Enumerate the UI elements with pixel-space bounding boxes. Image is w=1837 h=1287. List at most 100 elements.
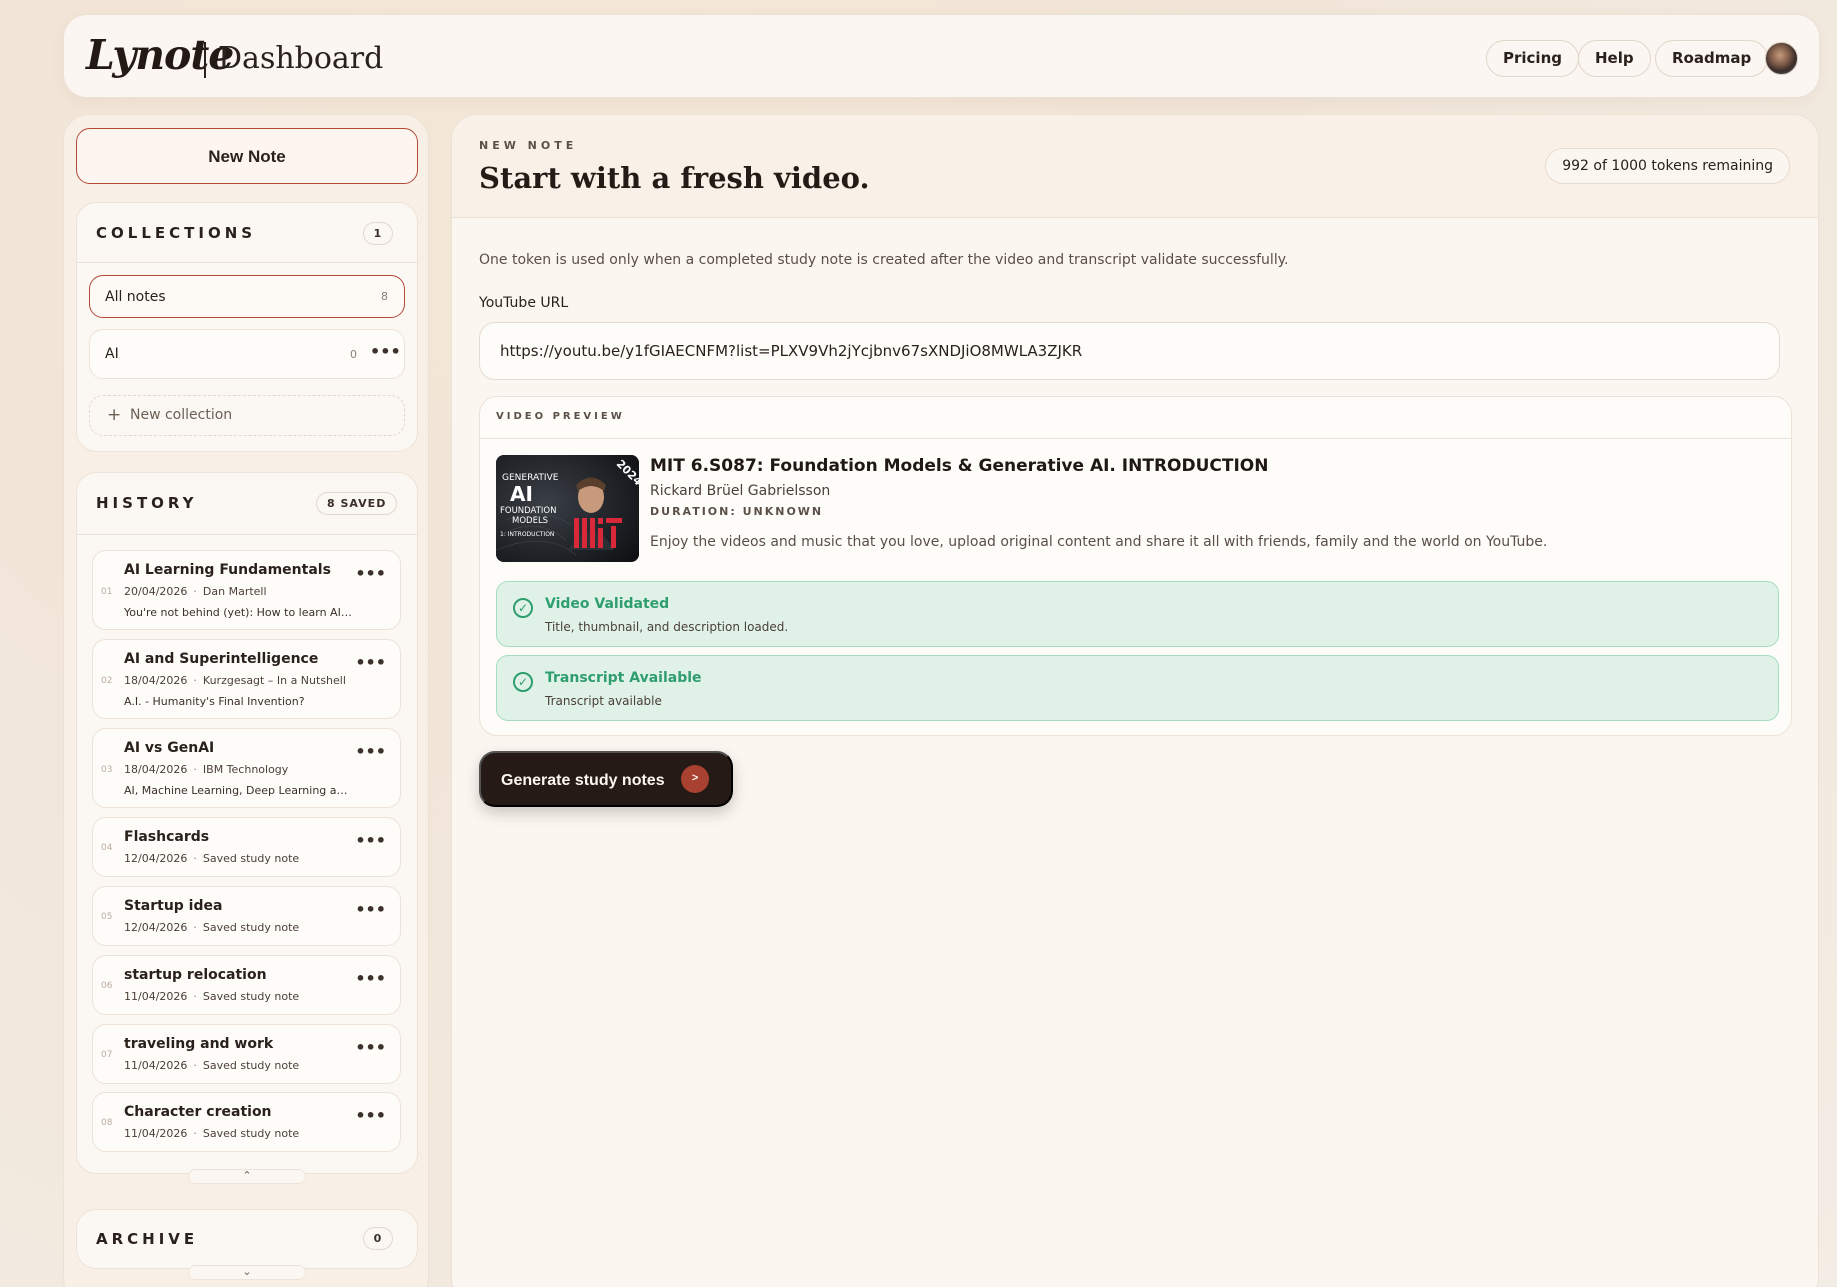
history-saved-badge: 8 SAVED (316, 492, 398, 515)
status-title: Transcript Available (545, 670, 702, 686)
main-panel: NEW NOTE Start with a fresh video. 992 o… (451, 114, 1819, 1287)
history-item-date: 12/04/2026 (124, 852, 188, 865)
archive-count-badge: 0 (363, 1227, 393, 1250)
more-dots-icon[interactable]: ••• (370, 342, 401, 361)
token-usage-note: One token is used only when a completed … (479, 252, 1289, 268)
more-dots-icon[interactable]: ••• (355, 900, 386, 919)
history-item-meta: 18/04/2026 · Kurzgesagt – In a Nutshell (124, 674, 346, 687)
new-collection-button[interactable]: + New collection (89, 395, 405, 436)
history-title: HISTORY (96, 494, 198, 512)
history-item-source: Saved study note (202, 1127, 300, 1140)
plus-icon: + (107, 405, 122, 425)
more-dots-icon[interactable]: ••• (355, 1106, 386, 1125)
video-description: Enjoy the videos and music that you love… (650, 534, 1548, 550)
sidebar: New Note COLLECTIONS 1 All notes 8 AI 0 … (63, 114, 429, 1287)
history-item-date: 18/04/2026 (124, 763, 188, 776)
user-avatar[interactable] (1765, 42, 1798, 75)
status-subtitle: Transcript available (545, 694, 662, 708)
history-item-source: Saved study note (202, 1059, 300, 1072)
status-subtitle: Title, thumbnail, and description loaded… (545, 620, 789, 634)
history-item-number: 08 (101, 1118, 113, 1128)
lynote-logo[interactable]: Lynote (86, 31, 234, 79)
chevron-up-icon[interactable]: ⌃ (188, 1169, 306, 1184)
more-dots-icon[interactable]: ••• (355, 831, 386, 850)
history-item-meta: 11/04/2026 · Saved study note (124, 1059, 300, 1072)
history-item-source: Saved study note (202, 852, 300, 865)
new-note-button[interactable]: New Note (76, 128, 418, 184)
history-item-source: IBM Technology (202, 763, 289, 776)
collection-all-notes[interactable]: All notes 8 (89, 275, 405, 318)
history-item-description: AI, Machine Learning, Deep Learning and.… (124, 784, 354, 797)
history-item-title: Flashcards (124, 829, 210, 845)
video-duration: DURATION: UNKNOWN (650, 505, 824, 518)
more-dots-icon[interactable]: ••• (355, 653, 386, 672)
history-item[interactable]: 06 startup relocation 11/04/2026 · Saved s… (92, 955, 401, 1015)
thumbnail-line-2: AI (510, 482, 533, 506)
arrow-right-icon: > (681, 764, 710, 793)
history-item[interactable]: 02 AI and Superintelligence 18/04/2026 · K… (92, 639, 401, 719)
generate-button-label: Generate study notes (501, 772, 665, 789)
history-item-source: Dan Martell (202, 585, 267, 598)
history-item-meta: 12/04/2026 · Saved study note (124, 852, 300, 865)
nav-roadmap[interactable]: Roadmap (1655, 40, 1769, 77)
video-preview-eyebrow: VIDEO PREVIEW (496, 411, 625, 422)
history-item-title: traveling and work (124, 1036, 274, 1052)
history-item-meta: 11/04/2026 · Saved study note (124, 990, 300, 1003)
archive-card[interactable]: ARCHIVE 0 (76, 1209, 418, 1269)
new-collection-label: New collection (130, 407, 233, 423)
history-item-meta: 11/04/2026 · Saved study note (124, 1127, 300, 1140)
history-item[interactable]: 01 AI Learning Fundamentals 20/04/2026 · D… (92, 550, 401, 630)
collections-title: COLLECTIONS (96, 224, 257, 242)
nav-help[interactable]: Help (1578, 40, 1651, 77)
main-header: NEW NOTE Start with a fresh video. 992 o… (452, 115, 1818, 218)
more-dots-icon[interactable]: ••• (355, 1038, 386, 1057)
history-item-meta: 20/04/2026 · Dan Martell (124, 585, 267, 598)
history-item[interactable]: 07 traveling and work 11/04/2026 · Saved s… (92, 1024, 401, 1084)
collection-ai[interactable]: AI 0 ••• (89, 329, 405, 379)
history-item-source: Kurzgesagt – In a Nutshell (202, 674, 346, 687)
collection-count: 8 (381, 290, 388, 303)
history-item-number: 04 (101, 843, 113, 853)
nav-pricing[interactable]: Pricing (1486, 40, 1579, 77)
history-header: HISTORY 8 SAVED (77, 473, 417, 535)
history-item-title: AI Learning Fundamentals (124, 562, 331, 578)
history-item-source: Saved study note (202, 990, 300, 1003)
history-item[interactable]: 04 Flashcards 12/04/2026 · Saved study not… (92, 817, 401, 877)
transcript-available-status: ✓ Transcript Available Transcript availa… (496, 655, 1779, 721)
youtube-url-label: YouTube URL (479, 295, 569, 311)
history-item[interactable]: 05 Startup idea 12/04/2026 · Saved study n… (92, 886, 401, 946)
history-item[interactable]: 03 AI vs GenAI 18/04/2026 · IBM Technology… (92, 728, 401, 808)
history-item-description: You're not behind (yet): How to learn AI… (124, 606, 354, 619)
youtube-url-input[interactable] (479, 322, 1780, 380)
history-item-date: 11/04/2026 (124, 1127, 188, 1140)
more-dots-icon[interactable]: ••• (355, 564, 386, 583)
history-item-number: 01 (101, 587, 113, 597)
thumbnail-line-4: MODELS (512, 516, 548, 526)
history-card: HISTORY 8 SAVED 01 AI Learning Fundament… (76, 472, 418, 1174)
video-thumbnail[interactable]: GENERATIVE AI FOUNDATION MODELS 1: INTRO… (496, 455, 639, 562)
thumbnail-line-5: 1: INTRODUCTION (500, 531, 554, 538)
generate-study-notes-button[interactable]: Generate study notes > (479, 751, 734, 807)
chevron-down-icon[interactable]: ⌄ (188, 1265, 306, 1280)
history-item-number: 05 (101, 912, 113, 922)
more-dots-icon[interactable]: ••• (355, 969, 386, 988)
history-item-source: Saved study note (202, 921, 300, 934)
check-circle-icon: ✓ (513, 598, 533, 618)
thumbnail-art: GENERATIVE AI FOUNDATION MODELS 1: INTRO… (496, 455, 639, 562)
history-item-date: 11/04/2026 (124, 1059, 188, 1072)
history-item-number: 03 (101, 765, 113, 775)
history-item[interactable]: 08 Character creation 11/04/2026 · Saved s… (92, 1092, 401, 1152)
history-item-date: 20/04/2026 (124, 585, 188, 598)
collections-card: COLLECTIONS 1 All notes 8 AI 0 ••• + New… (76, 202, 418, 452)
video-preview-header: VIDEO PREVIEW (480, 397, 1791, 439)
check-circle-icon: ✓ (513, 672, 533, 692)
history-item-title: startup relocation (124, 967, 267, 983)
history-item-date: 11/04/2026 (124, 990, 188, 1003)
history-item-number: 02 (101, 676, 113, 686)
tokens-remaining-badge: 992 of 1000 tokens remaining (1545, 148, 1790, 184)
history-item-meta: 18/04/2026 · IBM Technology (124, 763, 289, 776)
more-dots-icon[interactable]: ••• (355, 742, 386, 761)
thumbnail-line-3: FOUNDATION (500, 506, 556, 516)
main-title: Start with a fresh video. (479, 161, 870, 195)
video-validated-status: ✓ Video Validated Title, thumbnail, and … (496, 581, 1779, 647)
